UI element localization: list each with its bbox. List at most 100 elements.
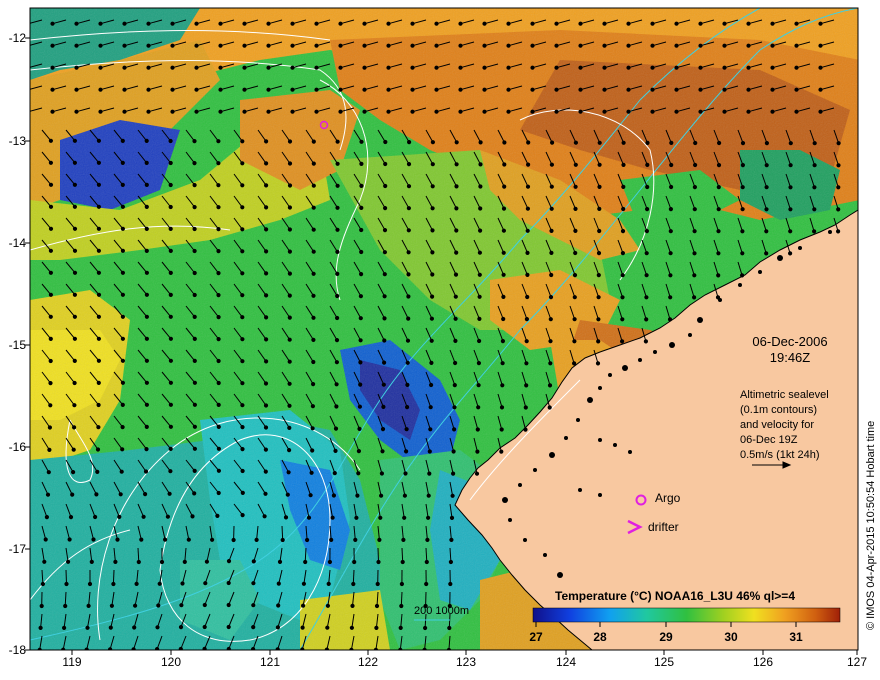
velocity-vector-head bbox=[50, 65, 55, 70]
velocity-vector-head bbox=[716, 163, 722, 168]
velocity-vector-head bbox=[380, 427, 386, 432]
velocity-vector-head bbox=[399, 581, 404, 587]
velocity-vector-head bbox=[165, 514, 170, 519]
velocity-vector-head bbox=[216, 183, 221, 188]
velocity-vector-head bbox=[620, 317, 625, 322]
velocity-vector-head bbox=[263, 469, 268, 474]
velocity-vector-head bbox=[482, 109, 487, 114]
velocity-vector-head bbox=[251, 581, 256, 586]
velocity-vector-head bbox=[716, 185, 721, 190]
velocity-vector-head bbox=[72, 182, 78, 187]
y-tick-minus-18: -18 bbox=[9, 643, 27, 657]
velocity-vector-head bbox=[645, 184, 650, 190]
velocity-vector-head bbox=[216, 271, 221, 276]
velocity-vector-head bbox=[216, 205, 221, 210]
velocity-vector-head bbox=[698, 65, 703, 70]
velocity-vector-head bbox=[167, 491, 172, 496]
velocity-vector-head bbox=[309, 470, 314, 475]
velocity-vector-head bbox=[506, 109, 511, 114]
velocity-vector-head bbox=[620, 251, 626, 256]
velocity-vector-head bbox=[524, 383, 529, 388]
velocity-vector-head bbox=[168, 204, 173, 210]
velocity-vector-head bbox=[573, 184, 578, 189]
velocity-vector-head bbox=[740, 229, 745, 234]
velocity-vector-head bbox=[50, 87, 55, 92]
velocity-vector-head bbox=[362, 65, 367, 70]
velocity-vector-head bbox=[406, 228, 411, 233]
velocity-vector-head bbox=[692, 229, 697, 234]
velocity-vector-head bbox=[674, 43, 679, 48]
velocity-vector-head bbox=[285, 492, 290, 497]
velocity-vector-head bbox=[405, 382, 410, 387]
velocity-vector-head bbox=[410, 65, 415, 70]
velocity-vector-head bbox=[427, 471, 432, 476]
velocity-vector-head bbox=[120, 314, 126, 319]
velocity-vector-head bbox=[310, 404, 315, 409]
velocity-vector-head bbox=[155, 625, 160, 630]
velocity-vector-head bbox=[264, 271, 269, 276]
velocity-vector-head bbox=[192, 205, 197, 210]
velocity-vector-head bbox=[218, 87, 223, 92]
velocity-vector-head bbox=[430, 228, 435, 233]
velocity-vector-head bbox=[554, 21, 559, 26]
velocity-vector-head bbox=[478, 206, 483, 211]
velocity-vector-head bbox=[572, 273, 578, 278]
velocity-vector-head bbox=[67, 537, 72, 542]
velocity-vector-head bbox=[499, 449, 504, 454]
velocity-vector-head bbox=[502, 162, 507, 167]
velocity-vector-head bbox=[426, 493, 431, 498]
velocity-vector-head bbox=[554, 43, 559, 48]
velocity-vector-head bbox=[120, 160, 125, 165]
velocity-vector-head bbox=[74, 21, 79, 26]
velocity-vector-head bbox=[231, 537, 236, 543]
velocity-vector-head bbox=[548, 339, 553, 344]
velocity-vector-head bbox=[168, 226, 173, 231]
velocity-vector-head bbox=[72, 226, 78, 231]
velocity-vector-head bbox=[362, 43, 367, 48]
argo-legend-label: Argo bbox=[655, 491, 681, 505]
velocity-vector-head bbox=[500, 339, 505, 344]
velocity-vector-head bbox=[644, 229, 650, 234]
velocity-vector-head bbox=[264, 183, 269, 188]
velocity-vector-head bbox=[351, 581, 356, 587]
velocity-vector-head bbox=[482, 21, 487, 26]
velocity-vector-head bbox=[94, 492, 99, 497]
velocity-vector-head bbox=[72, 380, 77, 386]
velocity-vector-head bbox=[305, 537, 310, 543]
velocity-vector-head bbox=[89, 559, 94, 565]
velocity-vector-head bbox=[430, 294, 435, 299]
x-tick-126: 126 bbox=[753, 655, 773, 669]
velocity-vector-head bbox=[72, 248, 78, 253]
velocity-vector-head bbox=[146, 43, 151, 48]
velocity-vector-head bbox=[382, 294, 387, 299]
velocity-vector-head bbox=[668, 207, 674, 212]
velocity-vector-head bbox=[301, 581, 306, 586]
temperature-colorbar bbox=[532, 607, 841, 623]
velocity-vector-head bbox=[383, 139, 388, 145]
velocity-vector-head bbox=[378, 515, 383, 520]
velocity-vector-head bbox=[120, 270, 126, 275]
velocity-vector-head bbox=[287, 205, 292, 210]
velocity-vector-head bbox=[349, 625, 354, 630]
velocity-vector-head bbox=[314, 65, 319, 70]
velocity-vector-head bbox=[458, 109, 463, 114]
velocity-vector-head bbox=[669, 162, 674, 168]
velocity-vector-head bbox=[192, 358, 197, 363]
velocity-vector-head bbox=[144, 314, 149, 319]
velocity-vector-head bbox=[621, 162, 626, 167]
velocity-vector-head bbox=[674, 21, 679, 26]
velocity-vector-head bbox=[263, 447, 268, 452]
velocity-vector-head bbox=[144, 160, 149, 165]
velocity-vector-head bbox=[168, 336, 173, 341]
velocity-vector-head bbox=[240, 490, 245, 495]
velocity-vector-head bbox=[525, 228, 530, 233]
velocity-vector-head bbox=[788, 251, 793, 256]
velocity-vector-head bbox=[430, 206, 435, 211]
velocity-vector-head bbox=[434, 43, 439, 48]
velocity-vector-head bbox=[72, 138, 78, 143]
velocity-vector-head bbox=[120, 358, 126, 363]
velocity-vector-head bbox=[602, 65, 607, 70]
velocity-vector-head bbox=[96, 182, 102, 187]
velocity-vector-head bbox=[96, 402, 101, 408]
velocity-vector-head bbox=[430, 162, 435, 167]
